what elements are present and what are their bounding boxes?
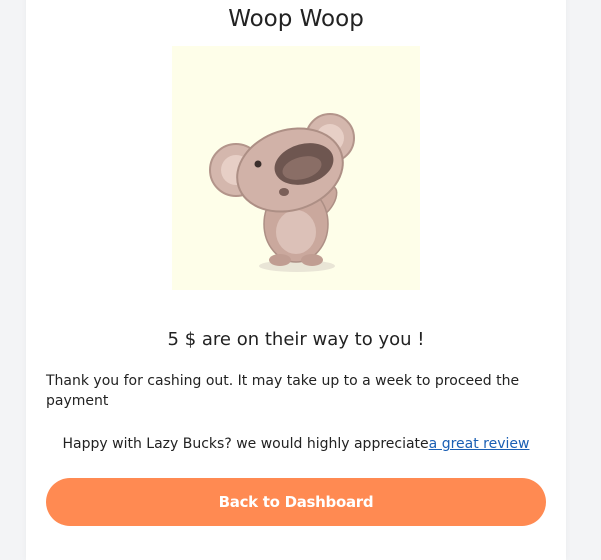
review-prompt: Happy with Lazy Bucks? we would highly a… [26,436,566,452]
confirmation-card: Woop Woop 5 $ are on their way to you ! … [26,0,566,560]
review-link[interactable]: a great review [429,436,530,452]
page-title: Woop Woop [228,6,364,32]
review-prompt-text: Happy with Lazy Bucks? we would highly a… [62,436,429,452]
payout-message: 5 $ are on their way to you ! [167,329,425,350]
koala-illustration [172,46,420,290]
back-to-dashboard-button[interactable]: Back to Dashboard [46,478,546,526]
thank-you-text: Thank you for cashing out. It may take u… [46,373,520,409]
koala-icon [209,113,355,272]
